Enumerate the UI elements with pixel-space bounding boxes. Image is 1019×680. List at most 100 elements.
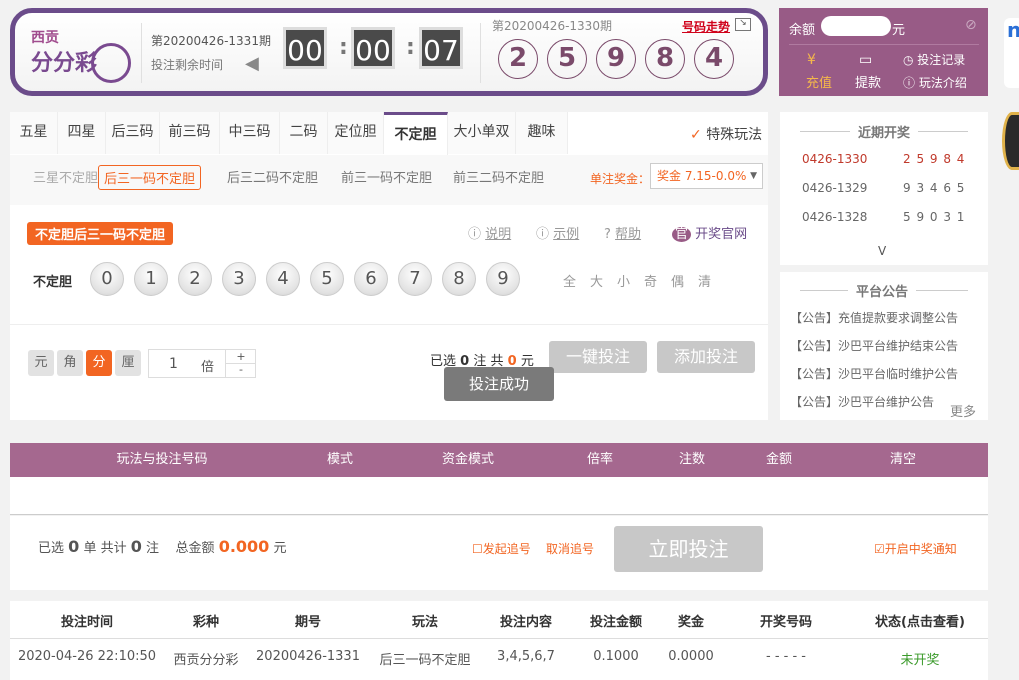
recharge-button[interactable]: 充值 bbox=[806, 72, 832, 91]
history-col-header: 彩种 bbox=[192, 615, 220, 630]
number-ball[interactable]: 9 bbox=[486, 262, 520, 296]
notice-item[interactable]: 【公告】沙巴平台维护公告 bbox=[790, 393, 934, 410]
number-ball[interactable]: 8 bbox=[442, 262, 476, 296]
number-ball[interactable]: 6 bbox=[354, 262, 388, 296]
unit-button[interactable]: 厘 bbox=[115, 350, 141, 376]
countdown-seconds: 07 bbox=[419, 27, 463, 69]
medal-icon[interactable] bbox=[1002, 112, 1019, 170]
expand-icon[interactable]: ↘ bbox=[735, 18, 751, 31]
prize-select[interactable]: 奖金 7.15-0.0% ▼ bbox=[650, 163, 763, 189]
multiplier-plus[interactable]: + bbox=[225, 350, 256, 364]
unit-button[interactable]: 角 bbox=[57, 350, 83, 376]
quick-select[interactable]: 奇 bbox=[644, 271, 657, 290]
subtab[interactable]: 前三一码不定胆 bbox=[336, 165, 437, 188]
recharge-icon[interactable]: ¥ bbox=[807, 52, 816, 68]
result-ball: 4 bbox=[694, 39, 734, 79]
number-ball[interactable]: 0 bbox=[90, 262, 124, 296]
explain-link[interactable]: ⓘ 说明 bbox=[468, 223, 511, 242]
number-ball[interactable]: 7 bbox=[398, 262, 432, 296]
number-ball[interactable]: 1 bbox=[134, 262, 168, 296]
result-ball: 5 bbox=[547, 39, 587, 79]
multiplier-minus[interactable]: - bbox=[225, 364, 256, 378]
multiplier-label: 倍 bbox=[201, 360, 215, 375]
multiplier-input[interactable]: 1 倍 + - bbox=[148, 349, 256, 378]
quick-select[interactable]: 小 bbox=[617, 271, 630, 290]
number-ball[interactable]: 3 bbox=[222, 262, 256, 296]
example-link[interactable]: ⓘ 示例 bbox=[536, 223, 579, 242]
add-bet-button[interactable]: 添加投注 bbox=[657, 341, 755, 373]
tab[interactable]: 定位胆 bbox=[328, 112, 384, 154]
withdraw-button[interactable]: 提款 bbox=[855, 72, 881, 91]
bet-history: 投注时间 彩种 期号 玩法 投注内容 投注金额 奖金 开奖号码 状态(点击查看) 2020-04-… bbox=[10, 601, 988, 680]
recent-issue: 0426-1329 bbox=[802, 181, 868, 195]
unit-button[interactable]: 元 bbox=[28, 350, 54, 376]
bet-record-link[interactable]: ◷ 投注记录 bbox=[903, 51, 965, 68]
current-issue: 第20200426-1331期 bbox=[151, 34, 271, 48]
cart-col-header[interactable]: 清空 bbox=[890, 443, 916, 477]
hide-balance-icon[interactable]: ⊘ bbox=[965, 17, 977, 33]
subtab[interactable]: 前三二码不定胆 bbox=[448, 165, 549, 188]
recent-issue: 0426-1330 bbox=[802, 152, 868, 166]
help-link[interactable]: ? 帮助 bbox=[604, 223, 641, 242]
wallet-icon[interactable]: ▭ bbox=[859, 52, 872, 68]
help-label: 帮助 bbox=[615, 227, 642, 242]
subtab[interactable]: 后三一码不定胆 bbox=[98, 165, 202, 190]
history-col-header: 玩法 bbox=[411, 615, 439, 630]
logo-top: 西贡 bbox=[31, 30, 59, 46]
special-play-link[interactable]: ✓ 特殊玩法 bbox=[690, 124, 762, 144]
history-cell: 3,4,5,6,7 bbox=[497, 649, 555, 664]
tab[interactable]: 中三码 bbox=[220, 112, 280, 154]
quick-select[interactable]: 清 bbox=[698, 271, 711, 290]
history-cell: 后三一码不定胆 bbox=[379, 653, 471, 668]
recent-numbers: 2 5 9 8 4 bbox=[903, 152, 966, 166]
chase-checkbox[interactable]: ☐发起追号 bbox=[472, 540, 531, 557]
quick-select[interactable]: 偶 bbox=[671, 271, 684, 290]
notice-item[interactable]: 【公告】沙巴平台临时维护公告 bbox=[790, 365, 958, 382]
tab[interactable]: 四星 bbox=[58, 112, 106, 154]
notice-item[interactable]: 【公告】充值提款要求调整公告 bbox=[790, 309, 958, 326]
multiplier-value: 1 bbox=[169, 356, 178, 372]
balance-label: 余额 bbox=[789, 23, 816, 38]
result-ball: 2 bbox=[498, 39, 538, 79]
tab[interactable]: 前三码 bbox=[160, 112, 220, 154]
tab[interactable]: 不定胆 bbox=[384, 112, 448, 156]
win-notify-checkbox[interactable]: ☑开启中奖通知 bbox=[874, 540, 957, 557]
history-col-header: 投注时间 bbox=[60, 615, 114, 630]
subtab[interactable]: 后三二码不定胆 bbox=[222, 165, 323, 188]
recent-numbers: 9 3 4 6 5 bbox=[903, 181, 966, 195]
explain-label: 说明 bbox=[485, 227, 512, 242]
expand-chevron-icon[interactable]: V bbox=[878, 244, 886, 258]
quick-bet-button[interactable]: 一键投注 bbox=[549, 341, 647, 373]
submit-bet-button[interactable]: 立即投注 bbox=[614, 526, 763, 572]
history-cell[interactable]: 未开奖 bbox=[900, 649, 939, 668]
subtab[interactable]: 三星不定胆 bbox=[28, 165, 103, 188]
unit-button[interactable]: 分 bbox=[86, 350, 112, 376]
recent-title: 近期开奖 bbox=[850, 122, 919, 141]
notice-item[interactable]: 【公告】沙巴平台维护结束公告 bbox=[790, 337, 958, 354]
number-ball[interactable]: 4 bbox=[266, 262, 300, 296]
history-cell: 20200426-1331 bbox=[256, 649, 360, 664]
tab[interactable]: 趣味 bbox=[516, 112, 568, 154]
notice-panel: 平台公告 【公告】充值提款要求调整公告 【公告】沙巴平台维护结束公告 【公告】沙巴平… bbox=[780, 272, 988, 420]
sound-icon[interactable]: ◀ bbox=[245, 53, 259, 74]
trend-link[interactable]: 号码走势 bbox=[682, 18, 730, 35]
tab[interactable]: 二码 bbox=[280, 112, 328, 154]
side-banner[interactable]: n bbox=[1004, 18, 1019, 88]
cart-col-header: 资金模式 bbox=[441, 452, 495, 467]
recent-numbers: 5 9 0 3 1 bbox=[903, 210, 966, 224]
tab[interactable]: 五星 bbox=[10, 112, 58, 154]
quick-select[interactable]: 全 bbox=[563, 271, 576, 290]
number-ball[interactable]: 2 bbox=[178, 262, 212, 296]
rules-link[interactable]: ⓘ 玩法介绍 bbox=[903, 74, 967, 91]
number-ball[interactable]: 5 bbox=[310, 262, 344, 296]
tab[interactable]: 后三码 bbox=[106, 112, 160, 154]
history-col-header: 开奖号码 bbox=[759, 615, 813, 630]
cancel-chase-link[interactable]: 取消追号 bbox=[546, 540, 594, 557]
more-link[interactable]: 更多 bbox=[950, 401, 977, 420]
history-col-header: 期号 bbox=[294, 615, 322, 630]
official-site-link[interactable]: 官 开奖官网 bbox=[672, 223, 747, 242]
quick-select[interactable]: 大 bbox=[590, 271, 603, 290]
tab[interactable]: 大小单双 bbox=[448, 112, 516, 154]
history-cell: 西贡分分彩 bbox=[173, 653, 239, 668]
special-play-label: 特殊玩法 bbox=[706, 127, 763, 143]
